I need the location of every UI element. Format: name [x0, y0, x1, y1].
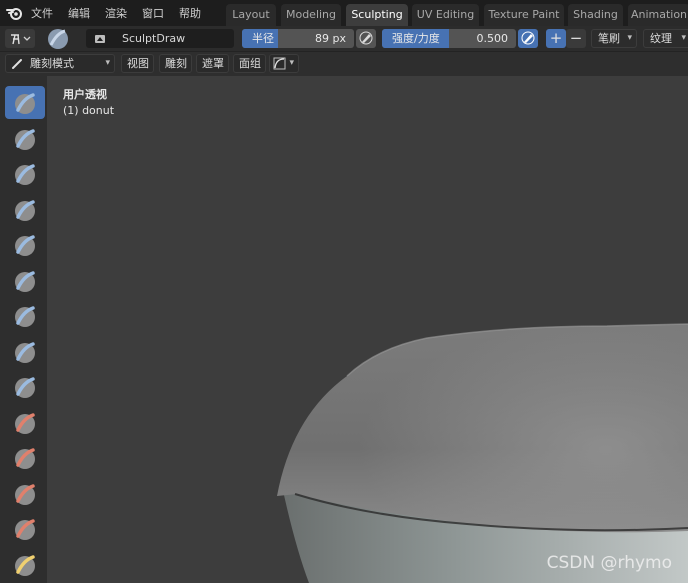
sculpt-toolbar — [0, 76, 47, 583]
brush-name: SculptDraw — [122, 32, 186, 45]
clay-brush-icon — [15, 164, 35, 185]
brush-datablock-icon — [95, 35, 105, 43]
mode-label: 雕刻模式 — [30, 57, 74, 70]
direction-add-button[interactable]: + — [546, 29, 566, 48]
chevron-down-icon: ▾ — [627, 33, 632, 43]
tool-button-smooth-brush[interactable] — [5, 406, 45, 439]
menu-edit[interactable]: 编辑 — [68, 5, 90, 21]
blender-logo-icon[interactable] — [6, 4, 24, 22]
3d-viewport[interactable]: 用户透视 (1) donut CSDN @rhymo — [47, 76, 688, 583]
chevron-down-icon: ▾ — [681, 33, 686, 43]
radius-label: 半径 — [252, 32, 274, 45]
flatten-brush-icon — [15, 448, 35, 469]
pen-pressure-icon — [359, 31, 373, 45]
tool-button-draw-brush[interactable] — [5, 86, 45, 119]
tool-button-clay-thumb-brush[interactable] — [5, 228, 45, 261]
tool-button-flatten-brush[interactable] — [5, 441, 45, 474]
radius-slider[interactable]: 半径 89 px — [242, 29, 354, 48]
sculpt-mode-icon — [12, 59, 22, 69]
viewport-header: 雕刻模式 ▾ 视图 雕刻 遮罩 面组 ▾ — [0, 52, 688, 76]
tab-uv-editing[interactable]: UV Editing — [412, 4, 479, 26]
menu-mask[interactable]: 遮罩 — [196, 54, 229, 73]
texture-dropdown[interactable]: 纹理 ▾ — [643, 29, 688, 48]
strength-label: 强度/力度 — [392, 32, 440, 45]
chevron-down-icon: ▾ — [105, 58, 110, 68]
blob-brush-icon — [15, 341, 35, 363]
tool-button-fill-brush[interactable] — [5, 477, 45, 510]
brush-name-field[interactable]: SculptDraw — [86, 29, 234, 48]
radius-pressure-button[interactable] — [356, 29, 376, 48]
smooth-brush-icon — [15, 412, 35, 434]
viewport-title: 用户透视 — [63, 88, 107, 101]
pen-pressure-icon — [521, 31, 535, 45]
top-menu-bar: 文件 编辑 渲染 窗口 帮助 Layout Modeling Sculpting… — [0, 0, 688, 26]
menu-view[interactable]: 视图 — [121, 54, 154, 73]
direction-subtract-button[interactable]: − — [566, 29, 586, 48]
tool-header-icon — [11, 34, 31, 45]
radius-value: 89 px — [315, 32, 346, 45]
menu-window[interactable]: 窗口 — [142, 5, 164, 21]
multiplane-scrape-brush-icon — [15, 554, 35, 576]
draw-sharp-brush-icon — [15, 128, 35, 150]
strength-pressure-button[interactable] — [518, 29, 538, 48]
menu-help[interactable]: 帮助 — [179, 5, 201, 21]
scrape-brush-icon — [15, 519, 35, 540]
tab-layout[interactable]: Layout — [226, 4, 276, 26]
donut-mesh[interactable] — [47, 76, 688, 583]
tab-shading[interactable]: Shading — [568, 4, 623, 26]
menu-sculpt[interactable]: 雕刻 — [159, 54, 192, 73]
stroke-label: 笔刷 — [598, 32, 620, 45]
tab-animation[interactable]: Animation — [628, 4, 688, 26]
brush-preview[interactable] — [45, 27, 71, 51]
fill-brush-icon — [15, 483, 35, 505]
brush-tool-select[interactable] — [5, 29, 35, 48]
menu-face-sets[interactable]: 面组 — [233, 54, 266, 73]
menu-file[interactable]: 文件 — [31, 5, 53, 21]
viewport-object-label: (1) donut — [63, 104, 115, 117]
crease-brush-icon — [15, 377, 35, 398]
draw-brush-icon — [15, 93, 35, 114]
tab-texture-paint[interactable]: Texture Paint — [484, 4, 564, 26]
tool-button-multiplane-scrape-brush[interactable] — [5, 548, 45, 581]
strength-value: 0.500 — [476, 32, 509, 45]
sphere-brush-icon — [48, 29, 68, 49]
texture-label: 纹理 — [650, 32, 672, 45]
layer-brush-icon — [15, 270, 35, 292]
stroke-dropdown[interactable]: 笔刷 ▾ — [591, 29, 637, 48]
inflate-brush-icon — [15, 306, 35, 327]
tool-button-clay-brush[interactable] — [5, 157, 45, 190]
mode-dropdown[interactable]: 雕刻模式 ▾ — [5, 54, 115, 73]
tool-button-scrape-brush[interactable] — [5, 512, 45, 545]
tool-button-inflate-brush[interactable] — [5, 299, 45, 332]
clay-strips-brush-icon — [15, 199, 35, 221]
tool-button-blob-brush[interactable] — [5, 335, 45, 368]
tool-button-layer-brush[interactable] — [5, 264, 45, 297]
tool-settings-header: SculptDraw 半径 89 px 强度/力度 0.500 + − 笔刷 ▾… — [0, 26, 688, 52]
tool-button-draw-sharp-brush[interactable] — [5, 122, 45, 155]
tool-button-crease-brush[interactable] — [5, 370, 45, 403]
tool-button-clay-strips-brush[interactable] — [5, 193, 45, 226]
falloff-curve-dropdown[interactable]: ▾ — [269, 54, 299, 73]
tab-sculpting[interactable]: Sculpting — [346, 4, 408, 26]
strength-slider[interactable]: 强度/力度 0.500 — [382, 29, 516, 48]
clay-thumb-brush-icon — [15, 235, 35, 256]
tab-modeling[interactable]: Modeling — [281, 4, 341, 26]
menu-render[interactable]: 渲染 — [105, 5, 127, 21]
chevron-down-icon: ▾ — [289, 58, 294, 68]
watermark: CSDN @rhymo — [546, 553, 672, 573]
curve-icon — [273, 57, 286, 70]
